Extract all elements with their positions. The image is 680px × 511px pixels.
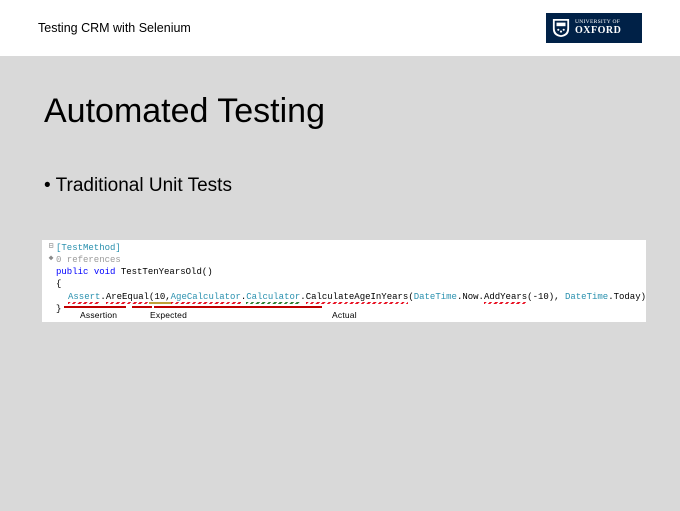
slide-title: Automated Testing [44,92,636,131]
label-actual: Actual [332,310,357,321]
slide-header: Testing CRM with Selenium UNIVERSITY OF … [0,0,680,56]
token-args-open: (10, [149,292,171,302]
token-assert: Assert [68,292,100,302]
brace-open: { [56,279,61,289]
label-assertion: Assertion [80,310,117,321]
kw-public: public [56,267,88,277]
kw-void: void [94,267,116,277]
method-name: TestTenYearsOld() [121,267,213,277]
bullet-item: • Traditional Unit Tests [44,175,636,197]
badge-text: UNIVERSITY OF OXFORD [575,20,621,36]
token-calculator: Calculator [246,292,300,302]
header-label: Testing CRM with Selenium [38,21,191,35]
brace-close: } [56,304,61,314]
underline-assertion [64,306,126,308]
code-sample: ⊟[TestMethod] ◆0 references public void … [42,240,646,322]
collapse-icon: ⊟ [46,242,56,253]
token-addyears: AddYears [484,292,527,302]
oxford-crest-icon [552,18,570,38]
slide-content: Automated Testing • Traditional Unit Tes… [0,56,680,197]
underline-actual [154,306,322,308]
token-datetime2: DateTime [565,292,608,302]
code-assert-line: Assert.AreEqual(10, AgeCalculator.Calcul… [46,291,642,303]
code-references: 0 references [56,255,121,265]
oxford-badge: UNIVERSITY OF OXFORD [546,13,642,43]
token-areequal: AreEqual [106,292,149,302]
token-calcage: CalculateAgeInYears [306,292,409,302]
token-agecalc: AgeCalculator [171,292,241,302]
code-attribute: [TestMethod] [56,243,121,253]
label-expected: Expected [150,310,187,321]
underline-expected [132,306,152,308]
codelens-icon: ◆ [46,254,56,265]
badge-line2: OXFORD [575,26,621,36]
token-datetime1: DateTime [414,292,457,302]
